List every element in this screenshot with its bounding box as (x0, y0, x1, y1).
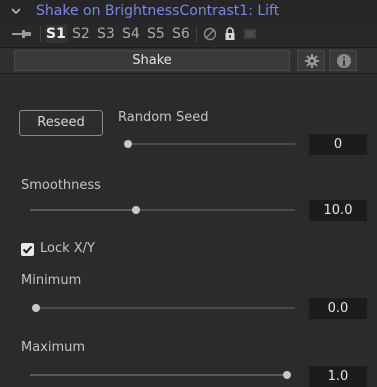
random-seed-slider[interactable] (124, 140, 295, 148)
tool-header[interactable]: Shake on BrightnessContrast1: Lift (0, 0, 377, 22)
random-seed-knob[interactable] (124, 140, 132, 148)
minimum-slider[interactable] (32, 304, 295, 312)
version-bar: S1 S2 S3 S4 S5 S6 (0, 22, 377, 46)
tab-bar: Shake (0, 47, 377, 74)
disable-icon[interactable] (202, 26, 218, 42)
reset-icon[interactable] (242, 26, 258, 42)
lock-xy-checkbox[interactable] (21, 243, 34, 256)
tab-settings[interactable] (297, 50, 325, 71)
inspector-panel: Shake on BrightnessContrast1: Lift S1 S2… (0, 0, 377, 387)
smoothness-label: Smoothness (21, 178, 101, 193)
version-s4[interactable]: S4 (122, 25, 140, 43)
version-s1[interactable]: S1 (45, 25, 67, 43)
version-s2[interactable]: S2 (72, 25, 90, 43)
maximum-knob[interactable] (283, 371, 291, 379)
smoothness-value[interactable]: 10.0 (309, 200, 367, 221)
gear-icon (305, 54, 319, 68)
divider (196, 26, 197, 42)
reseed-button[interactable]: Reseed (19, 110, 103, 136)
checkmark-icon (22, 245, 33, 254)
pin-icon[interactable] (12, 29, 32, 39)
version-s5[interactable]: S5 (147, 25, 165, 43)
divider (40, 26, 41, 42)
info-icon (337, 54, 351, 68)
smoothness-knob[interactable] (132, 206, 140, 214)
random-seed-value[interactable]: 0 (309, 134, 367, 155)
smoothness-slider[interactable] (30, 206, 295, 214)
maximum-slider[interactable] (30, 371, 291, 379)
tool-title: Shake on BrightnessContrast1: Lift (36, 3, 280, 19)
maximum-value[interactable]: 1.0 (309, 366, 367, 387)
tab-shake[interactable]: Shake (14, 50, 290, 71)
maximum-label: Maximum (21, 340, 86, 355)
random-seed-label: Random Seed (118, 110, 209, 125)
lock-icon[interactable] (222, 26, 238, 42)
version-s3[interactable]: S3 (97, 25, 115, 43)
slider-fill (30, 374, 287, 376)
chevron-down-icon[interactable] (11, 6, 21, 16)
lock-xy-label: Lock X/Y (40, 241, 96, 256)
minimum-label: Minimum (21, 273, 82, 288)
minimum-knob[interactable] (32, 304, 40, 312)
slider-fill (30, 209, 136, 211)
tab-info[interactable] (329, 50, 357, 71)
version-s6[interactable]: S6 (172, 25, 190, 43)
minimum-value[interactable]: 0.0 (309, 298, 367, 319)
